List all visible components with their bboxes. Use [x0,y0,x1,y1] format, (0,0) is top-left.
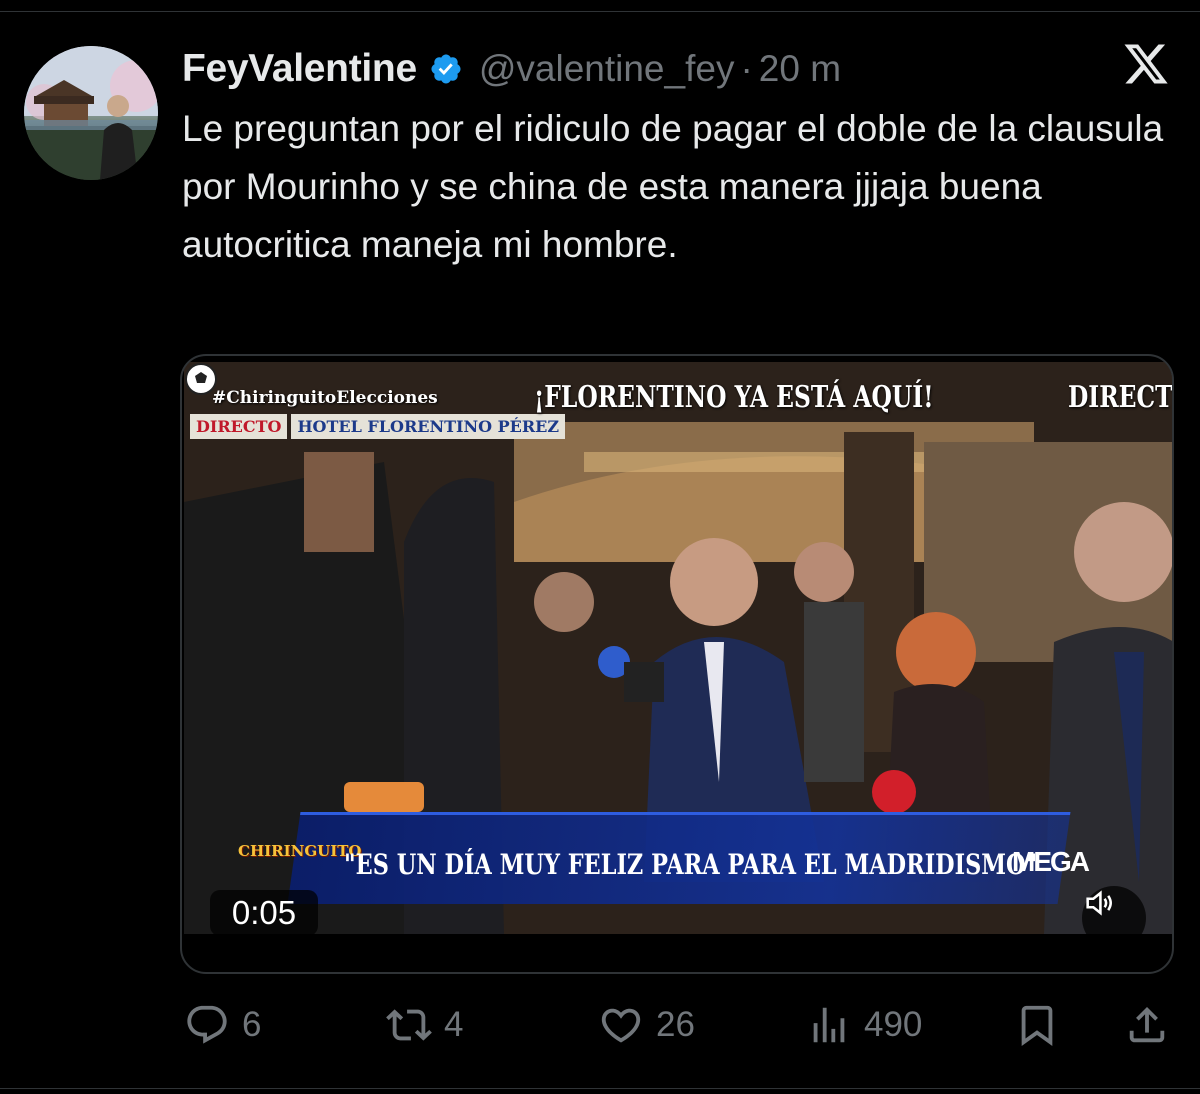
reply-button[interactable]: 6 [184,1000,261,1050]
display-name[interactable]: FeyValentine [182,47,417,91]
tweet-header: FeyValentine @valentine_fey · 20 m [182,42,841,96]
video-player[interactable]: #ChiringuitoElecciones DIRECTO HOTEL FLO… [180,354,1174,974]
video-quote: "ES UN DÍA MUY FELIZ PARA PARA EL MADRID… [344,848,1038,881]
handle[interactable]: @valentine_fey [479,48,735,90]
avatar[interactable] [24,46,158,180]
views-count: 490 [864,1005,923,1044]
x-logo-icon[interactable] [1122,40,1170,88]
video-headline: ¡FLORENTINO YA ESTÁ AQUÍ! [534,380,934,415]
channel-logo: MEGA [1012,846,1090,877]
top-divider [0,0,1200,12]
bottom-divider [0,1088,1200,1089]
share-icon [1129,1006,1165,1043]
repost-button[interactable]: 4 [386,1000,463,1050]
tweet-text: Le preguntan por el ridiculo de pagar el… [182,108,1164,265]
like-button[interactable]: 26 [598,1000,695,1050]
video-frame[interactable]: #ChiringuitoElecciones DIRECTO HOTEL FLO… [184,362,1173,934]
action-bar: 6 4 26 490 [0,1000,1200,1050]
live-label: DIRECTO [190,413,288,439]
verified-badge-icon [431,54,461,84]
live-location-tag: DIRECTO HOTEL FLORENTINO PÉREZ [190,412,565,440]
reply-count: 6 [242,1005,262,1044]
separator-dot: · [740,48,753,89]
bookmark-button[interactable] [1014,1000,1072,1050]
location-label: HOTEL FLORENTINO PÉREZ [291,413,565,439]
bookmark-icon [1021,1005,1053,1046]
video-timestamp: 0:05 [210,890,318,934]
football-icon [185,363,217,395]
hashtag-label: #ChiringuitoElecciones [212,388,438,408]
heart-icon [601,1008,641,1043]
share-button[interactable] [1124,1000,1182,1050]
repost-icon [386,1009,432,1041]
avatar-image [24,46,158,180]
timestamp-link[interactable]: 20 m [759,48,841,90]
repost-count: 4 [444,1005,464,1044]
views-chart-icon [813,1007,845,1043]
reply-icon [187,1005,227,1044]
like-count: 26 [656,1005,695,1044]
show-logo: CHIRINGUITO [238,842,362,860]
video-headline-right: DIRECT [1068,380,1173,415]
views-button[interactable]: 490 [806,1000,922,1050]
speaker-icon [1086,890,1112,916]
